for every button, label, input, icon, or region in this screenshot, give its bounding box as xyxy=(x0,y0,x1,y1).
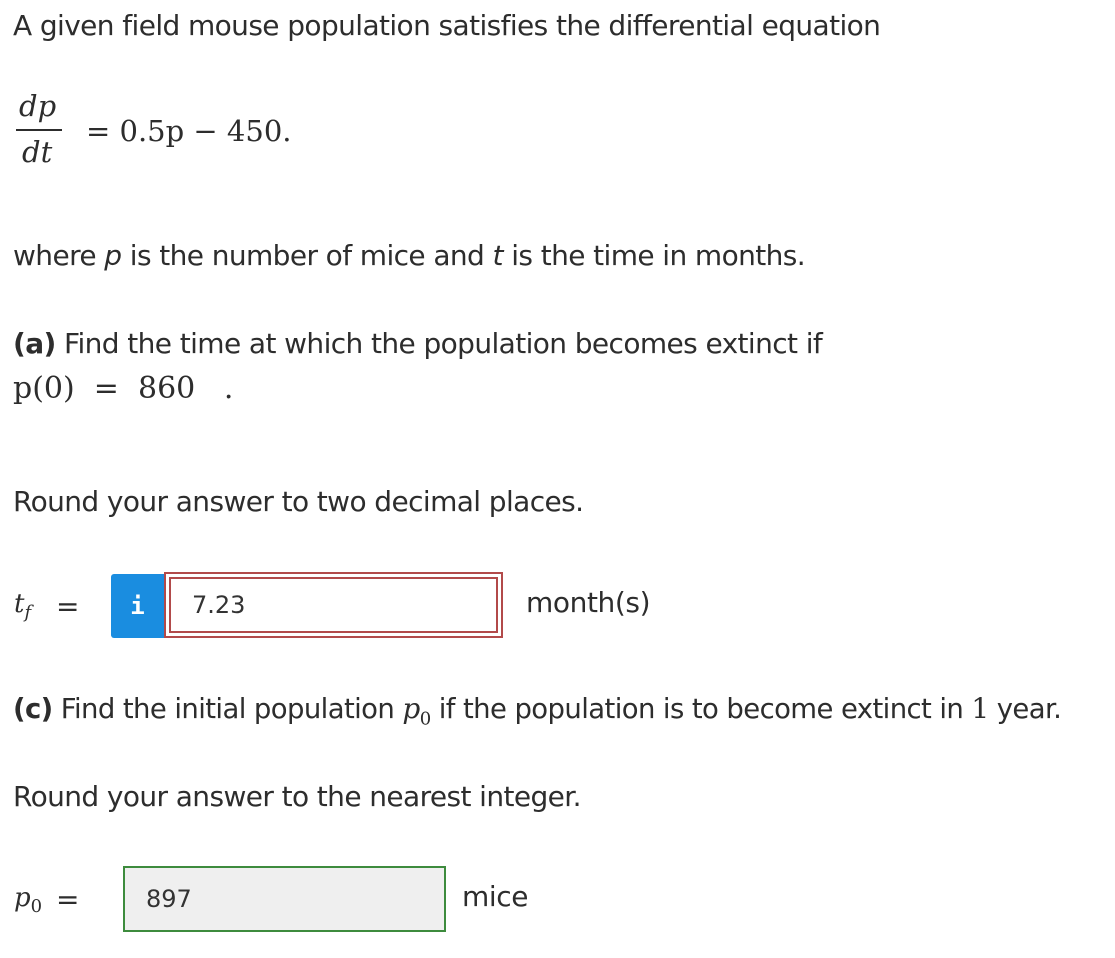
fraction-bar xyxy=(16,129,62,131)
info-icon[interactable]: i xyxy=(111,574,164,638)
fraction-numerator: dp xyxy=(19,89,57,123)
answer-c-equals: = xyxy=(56,883,80,916)
where-var-p: p xyxy=(104,239,122,272)
answer-c-input[interactable]: 897 xyxy=(123,866,446,932)
answer-a-var: t xyxy=(14,589,25,619)
answer-c-sub: 0 xyxy=(30,896,43,918)
where-var-t: t xyxy=(492,239,504,272)
part-c-question: (c) Find the initial population p0 if th… xyxy=(13,692,1062,730)
part-c-number: 1 xyxy=(971,692,989,725)
part-c-var: p xyxy=(402,692,420,725)
where-suffix: is the time in months. xyxy=(502,239,806,272)
part-c-instruction: Round your answer to the nearest integer… xyxy=(13,780,582,813)
answer-a-input-value: 7.23 xyxy=(169,577,498,633)
fraction-denominator: dt xyxy=(22,135,53,169)
part-c-question-before: Find the initial population xyxy=(52,693,403,725)
part-c-question-after: if the population is to become extinct i… xyxy=(430,693,972,725)
where-sentence: where p is the number of mice and t is t… xyxy=(13,239,806,272)
part-a-question-text: Find the time at which the population be… xyxy=(55,327,823,360)
derivative-fraction: dp dt xyxy=(16,92,66,172)
where-prefix: where xyxy=(13,239,105,272)
part-a-instruction: Round your answer to two decimal places. xyxy=(13,485,584,518)
where-middle: is the number of mice and xyxy=(121,239,493,272)
part-c-question-end: year. xyxy=(988,693,1062,725)
part-a-condition: p(0) = 860 . xyxy=(13,371,234,406)
answer-c-unit: mice xyxy=(462,880,529,913)
info-icon-glyph: i xyxy=(130,592,145,620)
part-a-label: (a) xyxy=(13,327,56,360)
part-c-var-sub: 0 xyxy=(419,708,431,730)
answer-a-sub: f xyxy=(24,602,32,624)
equation-rhs: = 0.5p − 450. xyxy=(86,114,292,148)
answer-a-equals: = xyxy=(56,590,80,623)
intro-text: A given field mouse population satisfies… xyxy=(13,9,881,42)
answer-c-lhs: p0 xyxy=(14,885,42,916)
answer-c-input-value: 897 xyxy=(146,885,192,913)
answer-a-lhs: tf xyxy=(14,591,31,622)
answer-c-var: p xyxy=(14,883,31,913)
answer-a-input[interactable]: 7.23 xyxy=(164,572,503,638)
part-a-question: (a) Find the time at which the populatio… xyxy=(13,327,823,360)
answer-a-unit: month(s) xyxy=(526,586,651,619)
part-c-label: (c) xyxy=(13,693,53,725)
